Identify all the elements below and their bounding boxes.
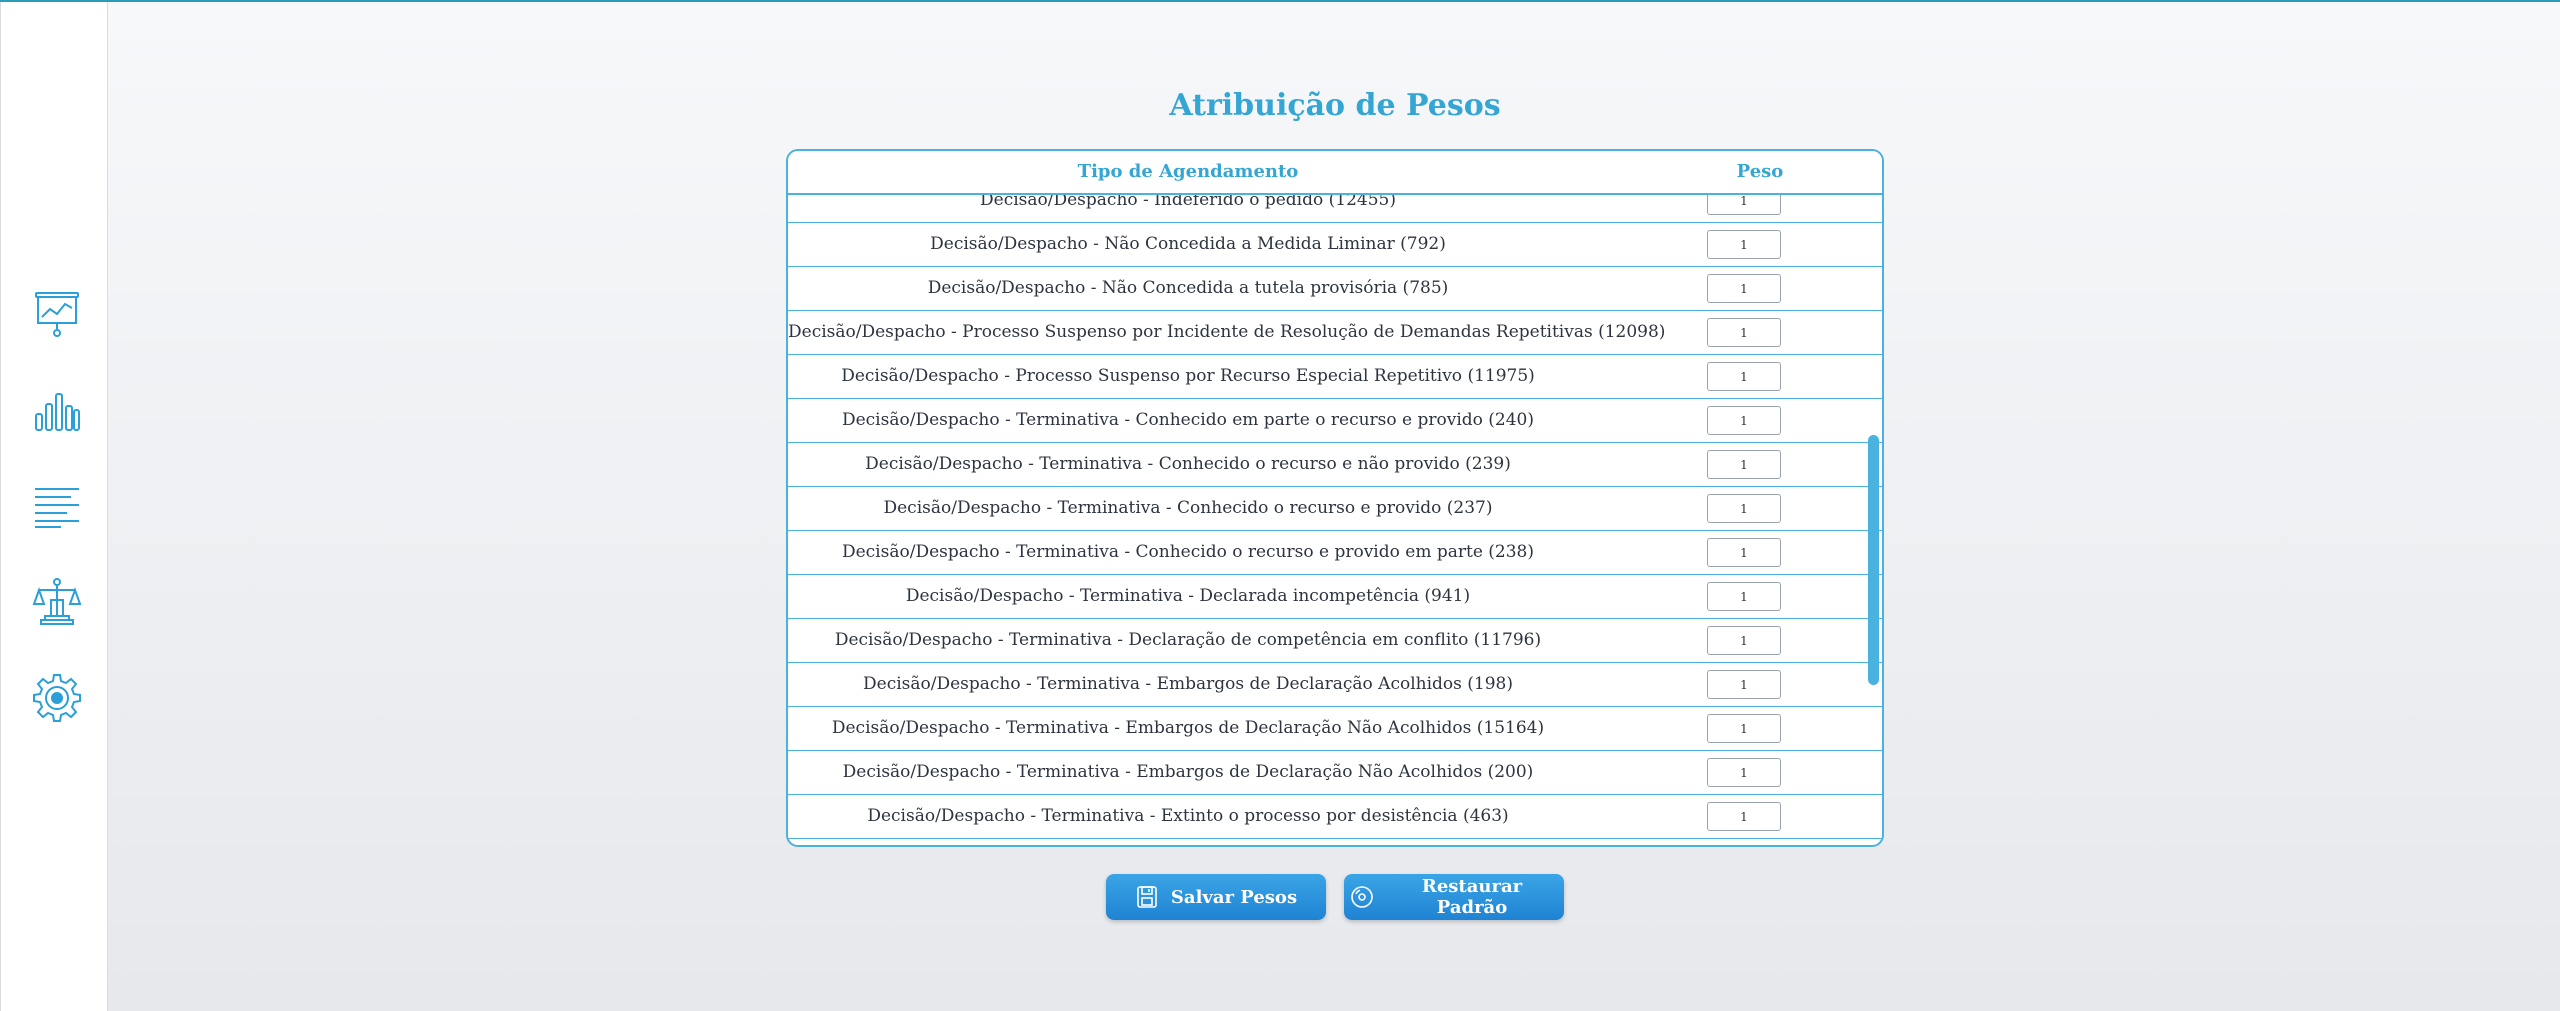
weight-input[interactable] — [1707, 758, 1781, 787]
appointment-type-cell: Decisão/Despacho - Terminativa - Extinto… — [867, 806, 1509, 826]
appointment-type-cell: Decisão/Despacho - Processo Suspenso por… — [841, 366, 1535, 386]
appointment-type-cell: Decisão/Despacho - Terminativa - Declara… — [905, 586, 1471, 606]
weight-input[interactable] — [1707, 274, 1781, 303]
sidebar-item-statistics[interactable] — [31, 386, 83, 438]
weight-input[interactable] — [1707, 714, 1781, 743]
table-row: Decisão/Despacho - Terminativa - Extinto… — [788, 795, 1882, 839]
appointment-type-cell: Decisão/Despacho - Terminativa - Embargo… — [863, 674, 1513, 694]
table-row: Decisão/Despacho - Terminativa - Embargo… — [788, 663, 1882, 707]
appointment-type-cell: Decisão/Despacho - Terminativa - Conheci… — [883, 498, 1493, 518]
weight-input[interactable] — [1707, 582, 1781, 611]
save-weights-label: Salvar Pesos — [1170, 886, 1298, 908]
weight-input[interactable] — [1707, 193, 1781, 215]
table-row: Decisão/Despacho - Terminativa - Declara… — [788, 575, 1882, 619]
sidebar-item-settings[interactable] — [31, 674, 83, 726]
sidebar — [0, 2, 108, 1011]
weight-input[interactable] — [1707, 626, 1781, 655]
appointment-type-cell: Decisão/Despacho - Terminativa - Conheci… — [865, 454, 1511, 474]
appointment-type-cell: Decisão/Despacho - Terminativa - Conheci… — [841, 410, 1535, 430]
weight-input[interactable] — [1707, 450, 1781, 479]
weight-input[interactable] — [1707, 538, 1781, 567]
text-lines-icon — [31, 480, 83, 536]
appointment-type-cell: Decisão/Despacho - Não Concedida a Medid… — [930, 234, 1446, 254]
weight-input[interactable] — [1707, 494, 1781, 523]
weight-input[interactable] — [1707, 406, 1781, 435]
floppy-disk-icon — [1135, 885, 1159, 909]
table-header: Tipo de Agendamento Peso — [788, 151, 1882, 195]
table-row: Decisão/Despacho - Terminativa - Conheci… — [788, 443, 1882, 487]
weight-input[interactable] — [1707, 802, 1781, 831]
table-row: Decisão/Despacho - Não Concedida a tutel… — [788, 267, 1882, 311]
restore-default-button[interactable]: Restaurar Padrão — [1344, 874, 1564, 920]
save-weights-button[interactable]: Salvar Pesos — [1106, 874, 1326, 920]
disc-icon — [1350, 885, 1374, 909]
restore-default-label: Restaurar Padrão — [1421, 876, 1523, 918]
table-row — [788, 839, 1882, 845]
appointment-type-cell: Decisão/Despacho - Terminativa - Conheci… — [841, 542, 1535, 562]
column-header-weight: Peso — [1736, 161, 1784, 182]
table-row: Decisão/Despacho - Processo Suspenso por… — [788, 355, 1882, 399]
table-scrollbar[interactable] — [1868, 435, 1879, 685]
scales-of-justice-icon — [31, 576, 83, 632]
gear-icon — [31, 672, 83, 728]
table-row: Decisão/Despacho - Terminativa - Embargo… — [788, 751, 1882, 795]
table-row: Decisão/Despacho - Terminativa - Conheci… — [788, 399, 1882, 443]
page-title: Atribuição de Pesos — [1169, 88, 1501, 123]
weight-input[interactable] — [1707, 230, 1781, 259]
weights-table: Tipo de Agendamento Peso Decisão/Despach… — [786, 149, 1884, 847]
appointment-type-cell: Decisão/Despacho - Processo Suspenso por… — [788, 322, 1666, 342]
table-row: Decisão/Despacho - Indeferido o pedido (… — [788, 193, 1882, 223]
table-row: Decisão/Despacho - Não Concedida a Medid… — [788, 223, 1882, 267]
table-row: Decisão/Despacho - Terminativa - Declara… — [788, 619, 1882, 663]
sidebar-item-legal[interactable] — [31, 578, 83, 630]
appointment-type-cell: Decisão/Despacho - Terminativa - Declara… — [834, 630, 1542, 650]
table-row: Decisão/Despacho - Terminativa - Conheci… — [788, 531, 1882, 575]
table-row: Decisão/Despacho - Terminativa - Conheci… — [788, 487, 1882, 531]
presentation-chart-icon — [31, 288, 83, 344]
table-rows: Decisão/Despacho - Indeferido o pedido (… — [788, 193, 1882, 845]
weight-input[interactable] — [1707, 318, 1781, 347]
appointment-type-cell — [788, 839, 1588, 845]
top-accent-line — [0, 0, 2560, 2]
table-row: Decisão/Despacho - Terminativa - Embargo… — [788, 707, 1882, 751]
table-body[interactable]: Decisão/Despacho - Indeferido o pedido (… — [788, 193, 1882, 845]
column-header-type: Tipo de Agendamento — [1077, 161, 1299, 182]
sidebar-item-list[interactable] — [31, 482, 83, 534]
appointment-type-cell: Decisão/Despacho - Terminativa - Embargo… — [831, 718, 1545, 738]
appointment-type-cell: Decisão/Despacho - Indeferido o pedido (… — [980, 193, 1396, 210]
appointment-type-cell: Decisão/Despacho - Não Concedida a tutel… — [927, 278, 1449, 298]
weight-input[interactable] — [1707, 670, 1781, 699]
bar-chart-icon — [31, 384, 83, 440]
appointment-type-cell: Decisão/Despacho - Terminativa - Embargo… — [842, 762, 1534, 782]
table-row: Decisão/Despacho - Processo Suspenso por… — [788, 311, 1882, 355]
weight-input[interactable] — [1707, 362, 1781, 391]
sidebar-item-dashboard[interactable] — [31, 290, 83, 342]
